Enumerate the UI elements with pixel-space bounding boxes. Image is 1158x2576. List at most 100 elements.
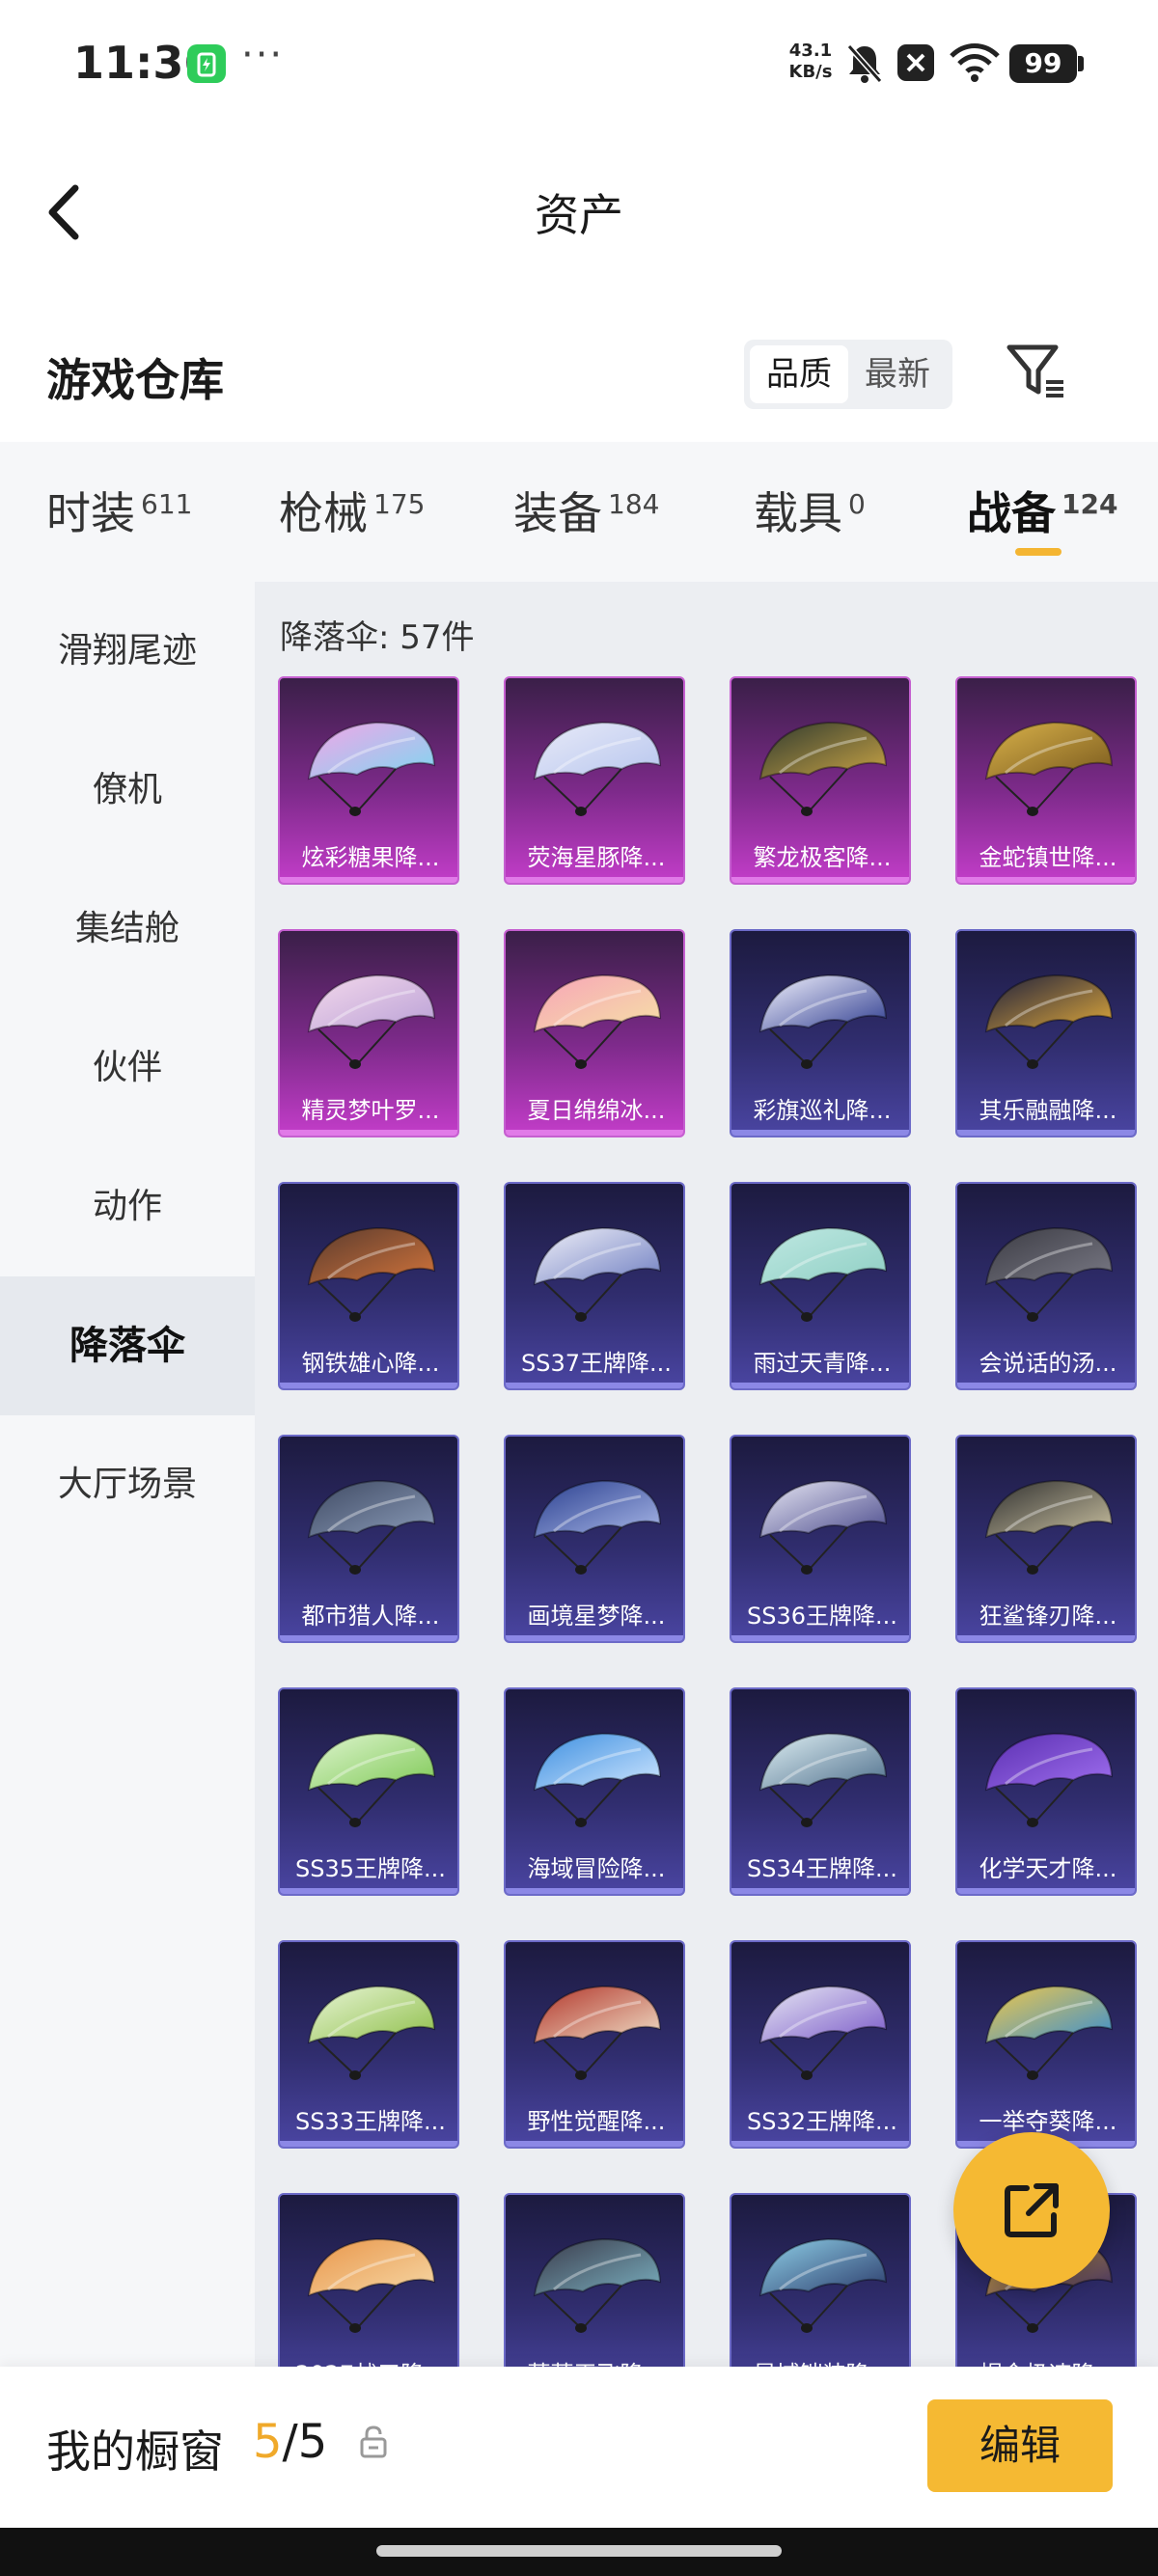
item-card[interactable]: 2027战三降... [278,2193,459,2367]
rarity-bar [280,877,457,883]
item-name: SS32王牌降... [747,2108,897,2135]
item-name: 蒂蒂王飞降... [506,2355,683,2367]
parachute-icon [533,1226,662,1322]
tab-firearms[interactable]: 枪械 175 [279,479,425,546]
parachute-icon [984,1226,1114,1322]
warehouse-title: 游戏仓库 [46,354,224,406]
tab-readiness[interactable]: 战备 124 [967,479,1117,546]
showcase-count: 5/5 [253,2415,327,2469]
tab-fashion[interactable]: 时装 611 [46,479,192,546]
item-card[interactable]: 繁龙极客降... [730,676,911,885]
rarity-bar [506,1635,683,1641]
sidebar-item-drop-pod[interactable]: 集结舱 [0,860,255,999]
item-card[interactable]: 化学天才降... [955,1687,1137,1896]
item-card[interactable]: 狂鲨锋刃降... [955,1435,1137,1643]
network-speed-value: 43.1 [788,41,833,61]
item-card[interactable]: 画境星梦降... [504,1435,685,1643]
rarity-bar [731,1635,909,1641]
item-card[interactable]: SS34王牌降... [730,1687,911,1896]
item-card[interactable]: 会说话的汤... [955,1182,1137,1390]
item-card[interactable]: 野性觉醒降... [504,1940,685,2149]
sort-option-newest[interactable]: 最新 [848,345,947,403]
sidebar-item-emote[interactable]: 动作 [0,1137,255,1276]
item-card[interactable]: SS36王牌降... [730,1435,911,1643]
item-card[interactable]: 钢铁雄心降... [278,1182,459,1390]
sidebar-item-lobby-scene[interactable]: 大厅场景 [0,1415,255,1554]
home-gesture-handle[interactable] [376,2545,782,2557]
parachute-icon [533,1732,662,1827]
rarity-bar [280,1888,457,1894]
sidebar: 滑翔尾迹 僚机 集结舱 伙伴 动作 降落伞 大厅场景 [0,582,255,2367]
showcase-bar: 我的橱窗 5/5 编辑 [0,2367,1158,2528]
tab-count: 175 [373,488,426,520]
rarity-bar [731,1130,909,1136]
item-card[interactable]: SS33王牌降... [278,1940,459,2149]
parachute-icon [758,1985,888,2080]
item-name: 雨过天青降... [753,1350,892,1377]
item-name: 画境星梦降... [527,1603,666,1630]
rarity-bar [506,877,683,883]
tab-label: 战备 [967,487,1056,539]
tab-count: 124 [1062,488,1118,520]
item-content: 降落伞: 57件 炫彩糖果降... 荧海星豚降... 繁龙极客降... 金蛇镇世降..… [255,582,1158,2367]
sidebar-item-wingman[interactable]: 僚机 [0,721,255,860]
share-external-icon [1005,2183,1059,2237]
item-card[interactable]: 雨过天青降... [730,1182,911,1390]
item-name: 星域铠装降... [731,2355,909,2367]
rarity-bar [280,2141,457,2147]
parachute-icon [758,973,888,1069]
item-card[interactable]: 其乐融融降... [955,929,1137,1137]
sidebar-item-parachute[interactable]: 降落伞 [0,1276,255,1415]
item-card[interactable]: 炫彩糖果降... [278,676,459,885]
item-name: 野性觉醒降... [527,2108,666,2135]
rarity-bar [280,1383,457,1388]
parachute-icon [758,721,888,816]
tab-count: 611 [141,488,193,520]
app-badge-icon [187,44,226,83]
top-header: 资产 [0,130,1158,289]
page-title: 资产 [535,189,623,241]
edit-button[interactable]: 编辑 [927,2399,1113,2492]
item-card[interactable]: SS37王牌降... [504,1182,685,1390]
rarity-bar [731,1383,909,1388]
showcase-count-separator: / [282,2415,298,2469]
item-card[interactable]: 星域铠装降... [730,2193,911,2367]
rarity-bar [506,1888,683,1894]
rarity-bar [506,2141,683,2147]
item-card[interactable]: 海域冒险降... [504,1687,685,1896]
parachute-icon [307,2237,436,2333]
filter-button[interactable] [1004,338,1071,405]
mute-bell-icon [845,42,884,89]
item-name: 炫彩糖果降... [301,844,440,871]
rarity-bar [506,1130,683,1136]
sort-option-quality[interactable]: 品质 [750,345,848,403]
item-card[interactable]: 一举夺葵降... [955,1940,1137,2149]
filter-icon [1006,344,1063,397]
item-card[interactable]: 都市猎人降... [278,1435,459,1643]
item-card[interactable]: 精灵梦叶罗... [278,929,459,1137]
parachute-icon [758,1479,888,1575]
more-dots-icon: ··· [241,33,285,77]
section-label: 降落伞: 57件 [280,618,475,657]
item-card[interactable]: 金蛇镇世降... [955,676,1137,885]
item-card[interactable]: SS35王牌降... [278,1687,459,1896]
item-name: SS37王牌降... [521,1350,672,1377]
share-button[interactable] [953,2132,1110,2288]
battery-cap [1078,56,1084,71]
parachute-icon [307,1479,436,1575]
sidebar-item-companion[interactable]: 伙伴 [0,999,255,1137]
tab-count: 184 [608,488,660,520]
item-card[interactable]: 蒂蒂王飞降... [504,2193,685,2367]
item-card[interactable]: 夏日绵绵冰... [504,929,685,1137]
battery-icon: 99 [1009,44,1077,83]
item-card[interactable]: SS32王牌降... [730,1940,911,2149]
item-card[interactable]: 彩旗巡礼降... [730,929,911,1137]
item-card[interactable]: 荧海星豚降... [504,676,685,885]
rarity-bar [957,1635,1135,1641]
sidebar-item-glide-trail[interactable]: 滑翔尾迹 [0,582,255,721]
tab-vehicles[interactable]: 载具 0 [754,479,866,546]
tab-equipment[interactable]: 装备 184 [513,479,659,546]
item-name: 钢铁雄心降... [301,1350,440,1377]
rarity-bar [280,1130,457,1136]
tab-count: 0 [848,488,866,520]
